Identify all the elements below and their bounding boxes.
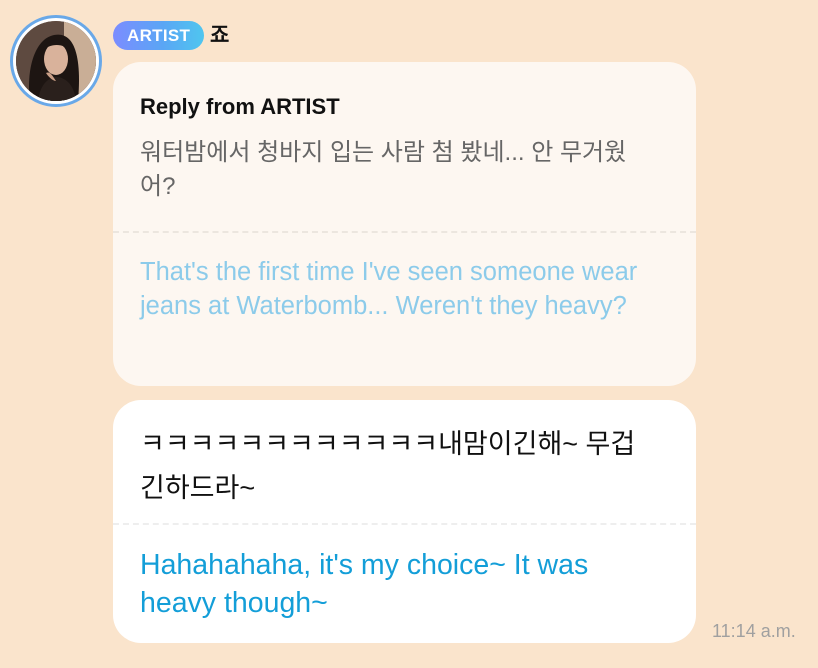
artist-badge: ARTIST (113, 21, 205, 50)
message-translation-text: Hahahahaha, it's my choice~ It was heavy… (140, 549, 589, 619)
message-original-text: ㅋㅋㅋㅋㅋㅋㅋㅋㅋㅋㅋㅋ내맘이긴해~ 무겁긴하드라~ (140, 429, 636, 503)
message-bubble[interactable]: ㅋㅋㅋㅋㅋㅋㅋㅋㅋㅋㅋㅋ내맘이긴해~ 무겁긴하드라~ Hahahahaha, i… (113, 400, 696, 643)
message-timestamp: 11:14 a.m. (712, 621, 796, 641)
reply-original-text: 워터밤에서 청바지 입는 사람 첨 봤네... 안 무거웠어? (140, 139, 627, 200)
reply-divider (113, 231, 696, 233)
artist-avatar[interactable] (10, 15, 102, 107)
reply-translation-text: That's the first time I've seen someone … (140, 258, 638, 320)
reply-title: Reply from ARTIST (140, 94, 340, 119)
avatar-portrait-image (16, 21, 96, 101)
artist-name[interactable]: 죠 (210, 21, 229, 50)
avatar-photo (16, 21, 96, 101)
message-divider (113, 523, 696, 525)
reply-bubble[interactable]: Reply from ARTIST 워터밤에서 청바지 입는 사람 첨 봤네..… (113, 62, 696, 386)
